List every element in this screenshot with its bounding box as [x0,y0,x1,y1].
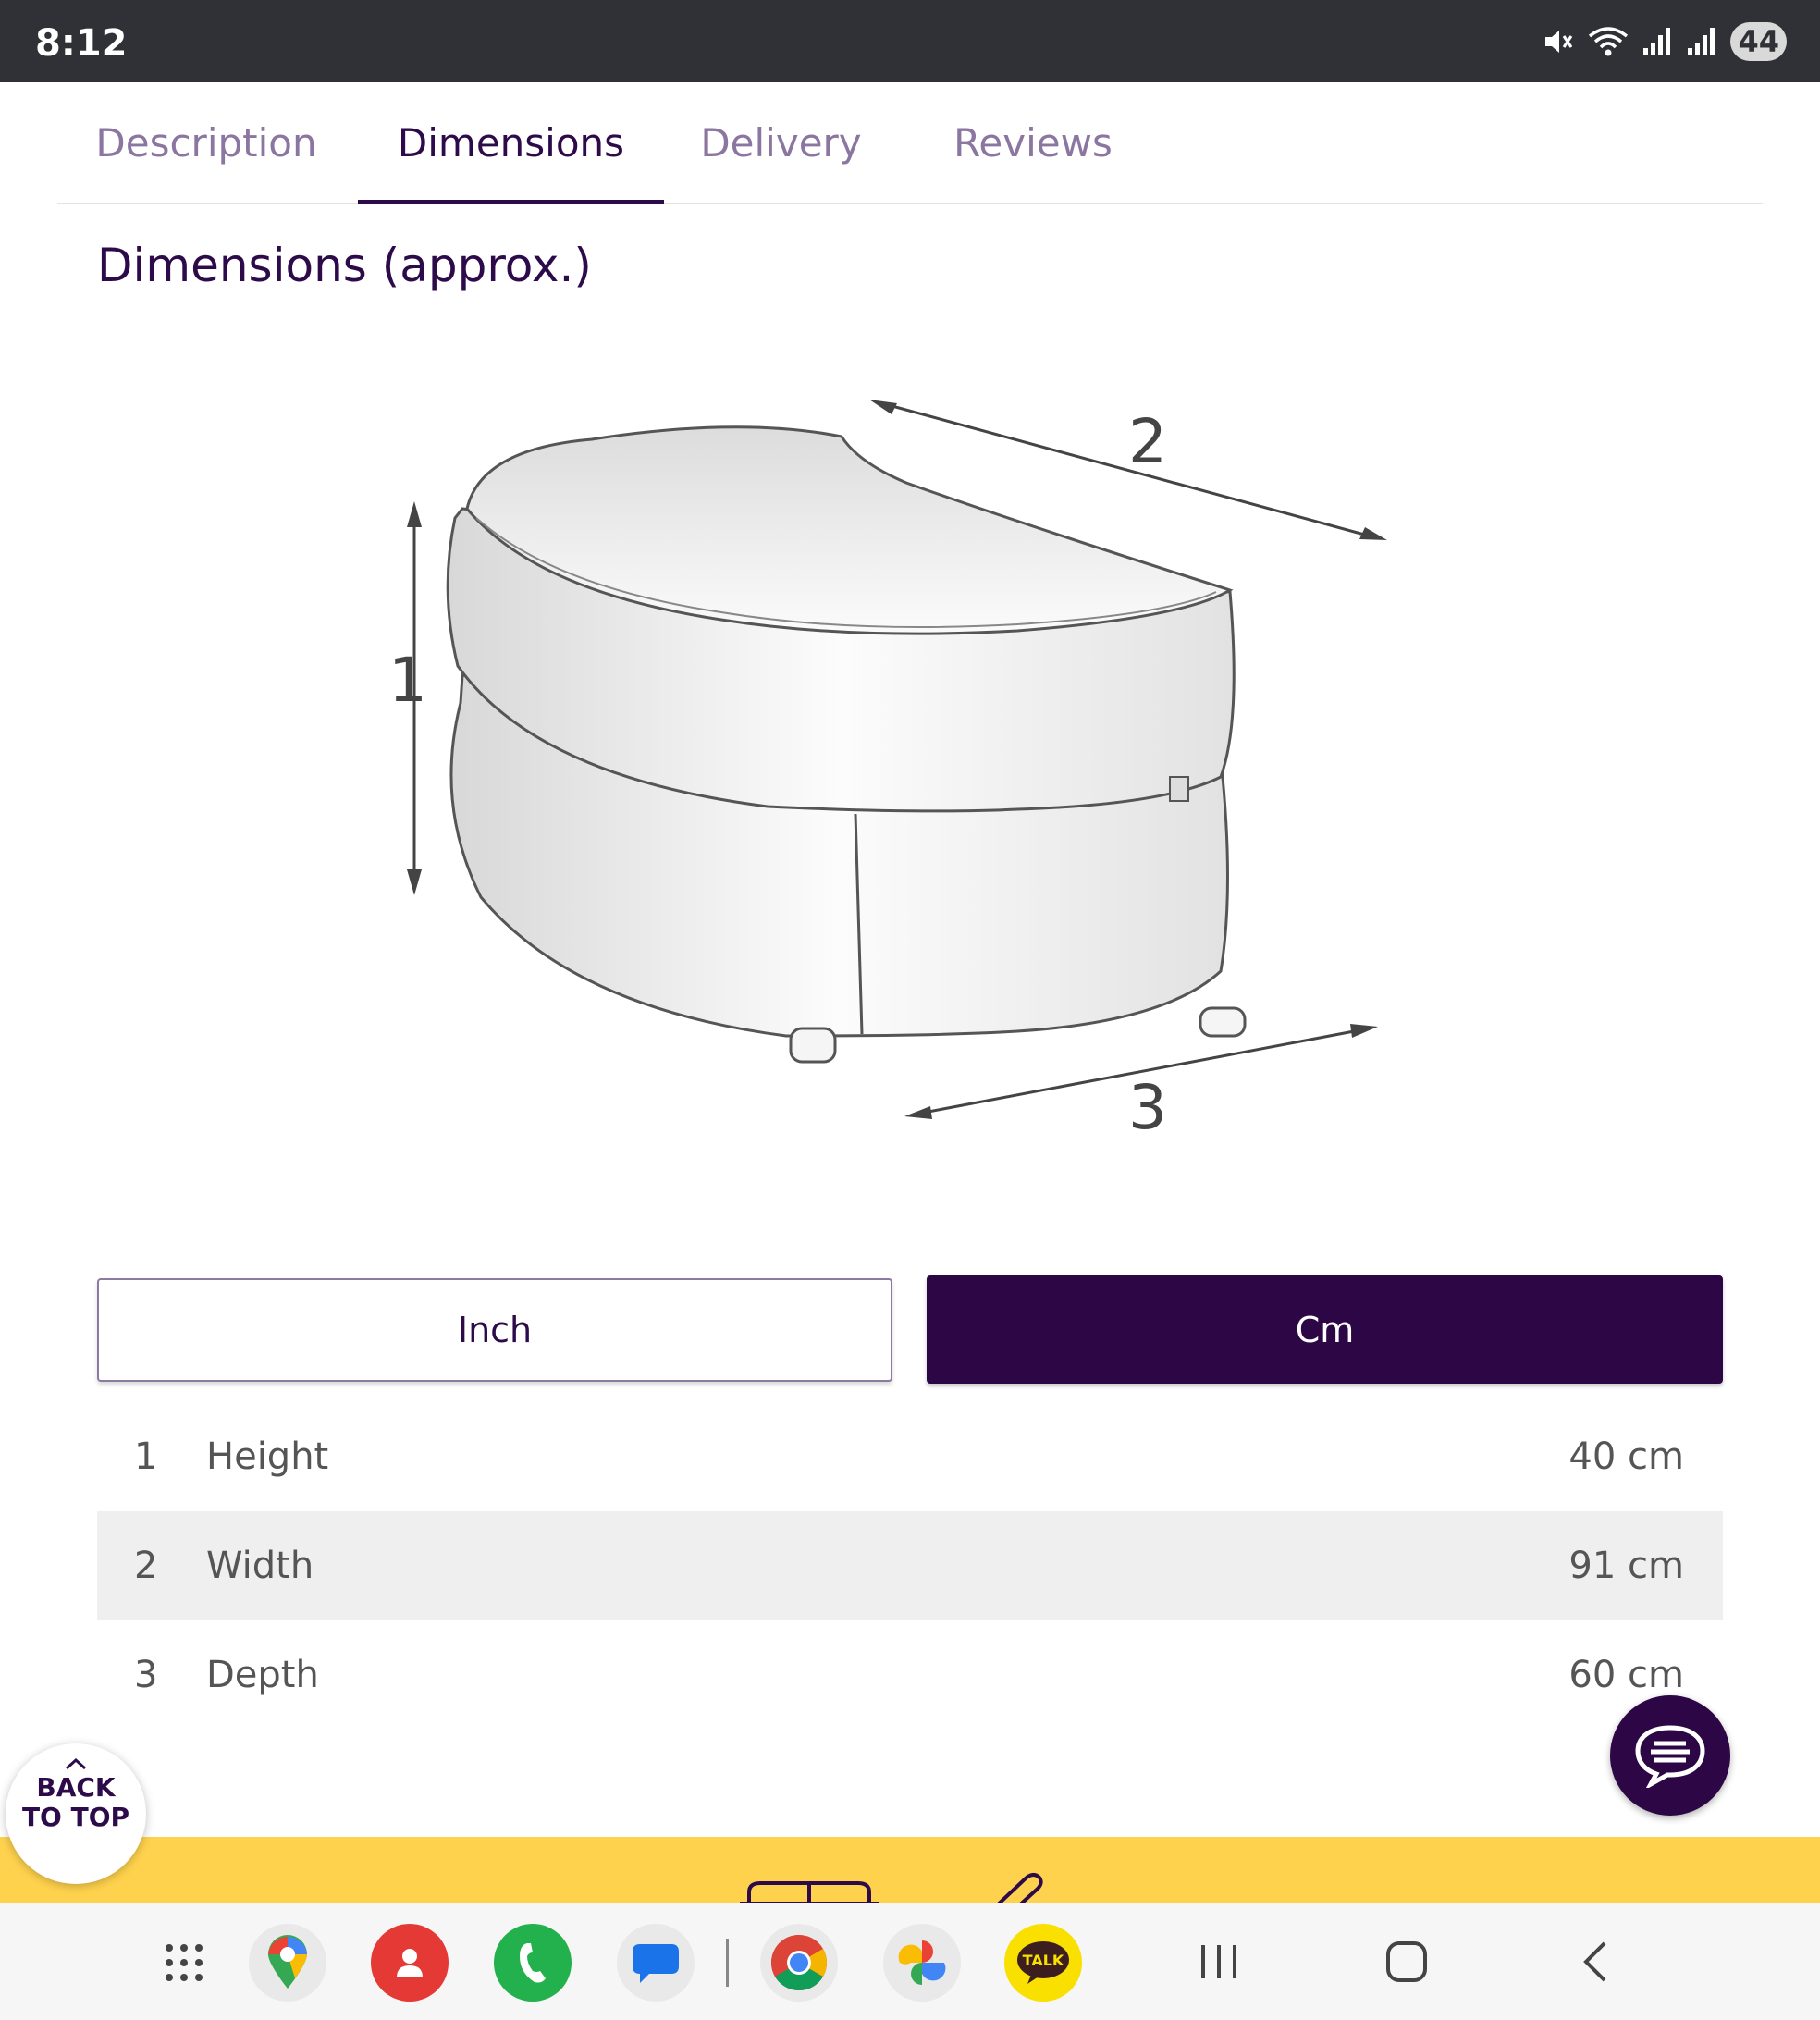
signal-icon [1688,28,1715,55]
photos-icon[interactable] [883,1924,961,2002]
chevron-up-icon [65,1757,87,1770]
dimension-row-height: 1 Height 40 cm [97,1402,1723,1511]
diagram-label-1: 1 [388,645,427,716]
back-to-top-line1: BACK [36,1772,116,1803]
dimension-number: 1 [134,1435,158,1478]
status-time: 8:12 [35,22,128,65]
dimension-value: 40 cm [1568,1435,1684,1478]
pencil-icon [996,1873,1043,1903]
back-to-top-line2: TO TOP [21,1802,130,1832]
dimension-label: Depth [206,1654,319,1696]
inch-button[interactable]: Inch [97,1278,892,1382]
cm-button[interactable]: Cm [927,1275,1723,1384]
tab-reviews[interactable]: Reviews [908,82,1158,203]
sofa-icon [740,1881,879,1903]
navigation-bar: TALK [0,1903,1820,2020]
home-icon[interactable] [1370,1929,1444,1994]
dimension-row-width: 2 Width 91 cm [97,1511,1723,1620]
dimension-row-depth: 3 Depth 60 cm [97,1620,1723,1730]
dimension-label: Width [206,1545,314,1587]
dimension-number: 2 [134,1545,158,1587]
status-bar: 8:12 44 [0,0,1820,82]
tab-dimensions[interactable]: Dimensions [358,82,664,204]
phone-icon[interactable] [494,1924,572,2002]
tab-description[interactable]: Description [57,82,355,203]
dimension-value: 91 cm [1568,1545,1684,1587]
apps-grid-icon[interactable] [145,1924,223,2002]
maps-icon[interactable] [249,1924,326,2002]
dock-divider [726,1939,729,1987]
battery-indicator: 44 [1730,22,1787,61]
chat-icon [1635,1725,1705,1788]
kakaotalk-icon[interactable]: TALK [1004,1924,1082,2002]
mute-icon [1545,31,1573,53]
diagram-label-3: 3 [1128,1072,1167,1143]
recents-icon[interactable] [1182,1929,1256,1994]
tab-bar: Description Dimensions Delivery Reviews [57,82,1763,204]
dimension-number: 3 [134,1654,158,1696]
back-to-top-button[interactable]: BACK TO TOP [6,1743,146,1884]
footer-band [0,1837,1820,1903]
diagram-label-2: 2 [1128,406,1167,477]
kakaotalk-label: TALK [1023,1952,1064,1969]
chat-button[interactable] [1610,1695,1730,1816]
chrome-icon[interactable] [760,1924,838,2002]
signal-icon [1643,28,1671,55]
wifi-icon [1589,27,1629,56]
messages-icon[interactable] [617,1924,695,2002]
section-title: Dimensions (approx.) [97,239,592,292]
contacts-icon[interactable] [371,1924,449,2002]
dimension-label: Height [206,1435,329,1478]
back-icon[interactable] [1558,1929,1632,1994]
tab-delivery[interactable]: Delivery [677,82,885,203]
dimension-diagram: 1 2 3 [351,370,1415,1184]
